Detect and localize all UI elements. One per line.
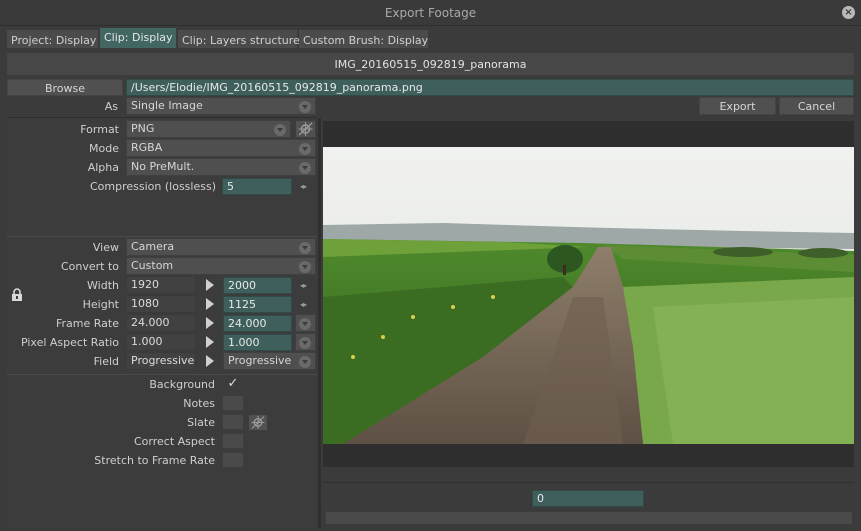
divider [7,117,317,118]
export-button[interactable]: Export [699,97,776,115]
frame-input[interactable]: 0 [532,490,644,507]
chevron-down-icon [299,242,311,254]
par-label: Pixel Aspect Ratio [20,336,119,349]
window-title: Export Footage [384,6,477,20]
settings-icon [298,122,313,136]
chevron-down-icon [299,101,311,113]
chevron-down-icon [299,162,311,174]
browse-button[interactable]: Browse [7,79,123,96]
correct-aspect-label: Correct Aspect [133,435,215,448]
as-value: Single Image [131,99,203,112]
slate-settings-button[interactable] [248,414,268,431]
field-label: Field [93,355,119,368]
alpha-dropdown[interactable]: No PreMult. [126,158,316,176]
value-stepper-icon[interactable]: ◂▸ [300,300,307,309]
close-icon[interactable]: × [842,6,855,19]
height-input[interactable]: 1125 [223,296,292,313]
view-value: Camera [131,240,175,253]
height-label: Height [82,298,119,311]
tab-project-display[interactable]: Project: Display [7,30,98,48]
compression-input[interactable]: 5 [222,178,292,195]
field-value: Progressive [228,354,292,367]
apply-arrow-icon[interactable] [206,336,214,348]
background-checkbox[interactable]: ✓ [222,376,244,392]
apply-arrow-icon[interactable] [206,317,214,329]
field-dropdown[interactable]: Progressive [223,352,316,370]
apply-arrow-icon[interactable] [206,279,214,291]
value-stepper-icon[interactable]: ◂▸ [300,182,307,191]
field-source-value: Progressive [126,352,196,370]
settings-icon [251,416,265,429]
par-preset-dropdown[interactable] [295,333,316,351]
chevron-down-icon [299,356,311,368]
panel-splitter[interactable] [318,118,321,528]
convert-value: Custom [131,259,174,272]
chevron-down-icon [299,337,311,349]
background-label: Background [149,378,215,391]
width-label: Width [87,279,119,292]
chevron-down-icon [299,143,311,155]
timeline-scrubber[interactable] [325,511,853,525]
chevron-down-icon [274,124,286,136]
notes-checkbox[interactable] [222,395,244,411]
convert-dropdown[interactable]: Custom [126,257,316,275]
convert-label: Convert to [60,260,119,273]
apply-arrow-icon[interactable] [206,355,214,367]
width-input[interactable]: 2000 [223,277,292,294]
apply-arrow-icon[interactable] [206,298,214,310]
compression-label: Compression (lossless) [90,180,216,193]
mode-value: RGBA [131,141,163,154]
alpha-value: No PreMult. [131,160,195,173]
mode-label: Mode [89,142,119,155]
par-source-value: 1.000 [126,333,196,351]
view-dropdown[interactable]: Camera [126,238,316,256]
divider [7,236,317,237]
format-settings-button[interactable] [295,120,316,138]
view-label: View [92,241,119,254]
framerate-input[interactable]: 24.000 [223,315,292,332]
path-input[interactable]: /Users/Elodie/IMG_20160515_092819_panora… [126,79,854,96]
slate-label: Slate [187,416,215,429]
filename-header: IMG_20160515_092819_panorama [7,53,854,75]
framerate-preset-dropdown[interactable] [295,314,316,332]
as-dropdown[interactable]: Single Image [126,97,316,115]
tab-clip-layers-structure[interactable]: Clip: Layers structure [178,30,300,48]
par-input[interactable]: 1.000 [223,334,292,351]
slate-checkbox[interactable] [222,414,244,430]
alpha-label: Alpha [87,161,119,174]
cancel-button[interactable]: Cancel [779,97,854,115]
value-stepper-icon[interactable]: ◂▸ [300,281,307,290]
tab-clip-display[interactable]: Clip: Display [100,28,176,48]
width-source-value: 1920 [126,276,196,294]
preview-image [323,147,854,444]
format-value: PNG [131,122,155,135]
notes-label: Notes [183,397,215,410]
framerate-source-value: 24.000 [126,314,196,332]
as-label: As [104,100,118,113]
check-icon: ✓ [227,376,239,391]
stretch-label: Stretch to Frame Rate [94,454,215,467]
divider [7,374,317,375]
tab-custom-brush-display[interactable]: Custom Brush: Display [299,30,428,48]
format-label: Format [80,123,119,136]
divider [323,482,854,483]
chevron-down-icon [299,261,311,273]
mode-dropdown[interactable]: RGBA [126,139,316,157]
format-dropdown[interactable]: PNG [126,120,291,138]
correct-aspect-checkbox[interactable] [222,433,244,449]
height-source-value: 1080 [126,295,196,313]
title-bar: Export Footage × [0,0,861,26]
chevron-down-icon [299,318,311,330]
framerate-label: Frame Rate [56,317,119,330]
stretch-checkbox[interactable] [222,452,244,468]
